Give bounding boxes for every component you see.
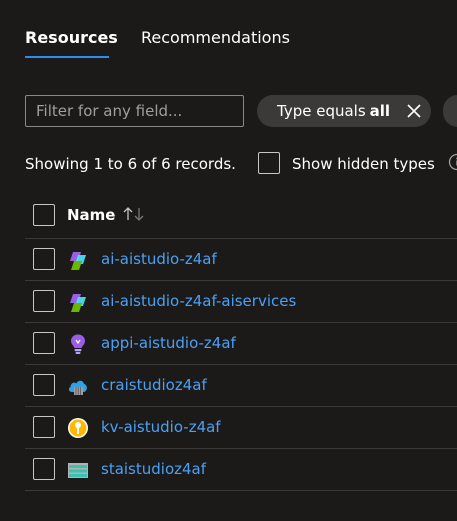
resource-link[interactable]: kv-aistudio-z4af [101, 417, 221, 437]
active-tab-indicator [25, 56, 109, 58]
type-filter-pill[interactable]: Type equals all [257, 95, 431, 127]
table-row: appi-aistudio-z4af [25, 322, 457, 365]
tab-resources[interactable]: Resources [25, 27, 118, 49]
resource-link[interactable]: appi-aistudio-z4af [101, 333, 236, 353]
ai-services-icon [70, 294, 86, 312]
table-row: kv-aistudio-z4af [25, 406, 457, 449]
key-vault-icon [68, 418, 88, 438]
info-icon[interactable] [448, 153, 457, 171]
filter-input[interactable] [25, 95, 244, 127]
type-filter-label: Type equals [277, 102, 366, 120]
show-hidden-label: Show hidden types [292, 155, 435, 173]
tab-recommendations[interactable]: Recommendations [141, 27, 290, 49]
row-checkbox[interactable] [33, 374, 55, 396]
row-checkbox[interactable] [33, 248, 55, 270]
table-divider [25, 490, 457, 491]
resource-link[interactable]: craistudioz4af [101, 375, 207, 395]
add-filter-pill[interactable] [443, 95, 457, 127]
table-row: ai-aistudio-z4af-aiservices [25, 280, 457, 323]
resource-link[interactable]: ai-aistudio-z4af [101, 249, 217, 269]
row-checkbox[interactable] [33, 290, 55, 312]
table-row: staistudioz4af [25, 448, 457, 491]
row-checkbox[interactable] [33, 416, 55, 438]
table-row: ai-aistudio-z4af [25, 238, 457, 281]
name-column-header[interactable]: Name [67, 205, 115, 225]
sort-icon[interactable] [122, 206, 146, 222]
resource-link[interactable]: ai-aistudio-z4af-aiservices [101, 291, 296, 311]
ai-hub-icon [70, 252, 86, 270]
tab-bar: Resources Recommendations [0, 0, 457, 70]
container-registry-icon [68, 380, 87, 395]
app-insights-icon [71, 334, 85, 354]
show-hidden-checkbox[interactable] [258, 152, 280, 174]
row-checkbox[interactable] [33, 332, 55, 354]
table-row: craistudioz4af [25, 364, 457, 407]
type-filter-value: all [369, 102, 391, 120]
records-count: Showing 1 to 6 of 6 records. [25, 155, 236, 173]
select-all-checkbox[interactable] [33, 204, 55, 226]
row-checkbox[interactable] [33, 458, 55, 480]
close-icon[interactable] [407, 104, 421, 118]
storage-account-icon [68, 463, 88, 478]
resource-link[interactable]: staistudioz4af [101, 459, 206, 479]
